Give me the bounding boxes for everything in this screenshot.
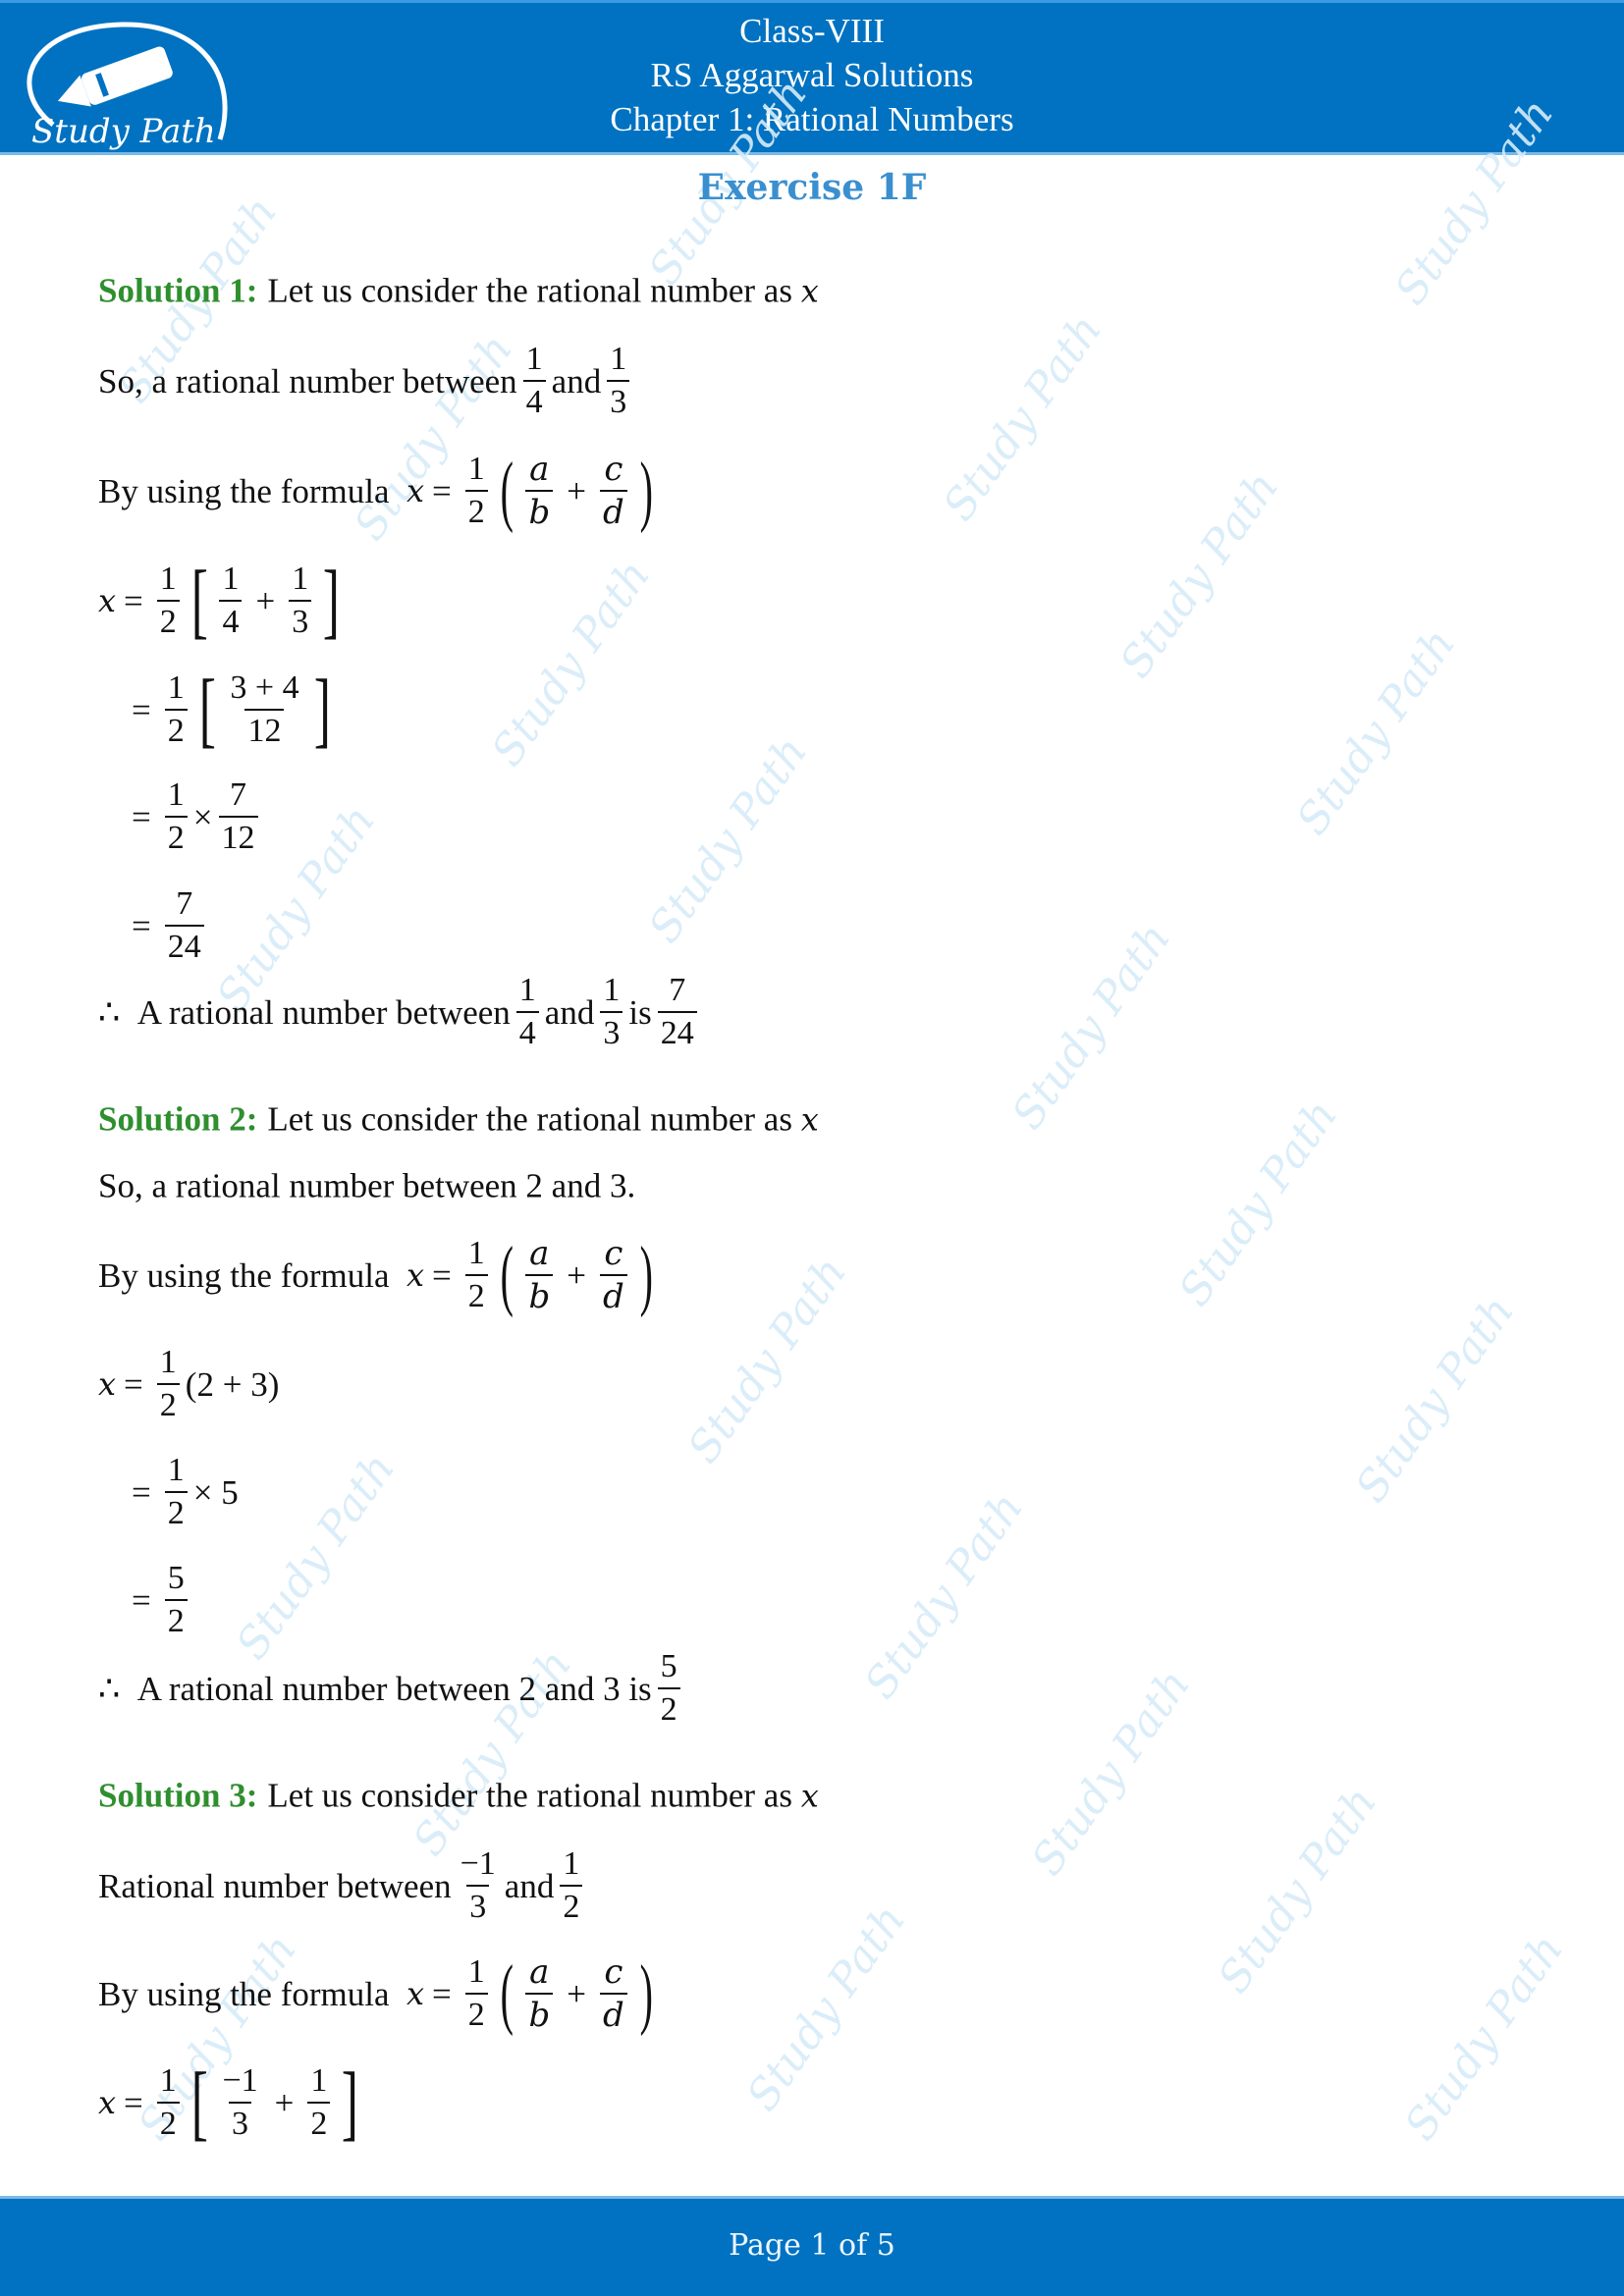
solution-label: Solution 3: (98, 1776, 258, 1815)
watermark: Study Path (736, 1896, 916, 2120)
watermark: Study Path (1208, 1778, 1387, 2002)
fraction: ab (525, 453, 554, 529)
watermark: Study Path (677, 1248, 857, 1472)
solution-1-heading: Solution 1: Let us consider the rational… (98, 271, 819, 310)
watermark: Study Path (1168, 1091, 1348, 1315)
solution-label: Solution 1: (98, 271, 258, 310)
watermark: Study Path (1001, 914, 1181, 1139)
solution-3-formula: By using the formula x = 12 ( ab + cd ) (98, 1950, 653, 2037)
watermark: Study Path (1110, 462, 1289, 687)
solution-2-step-2: = 12 × 5 (132, 1452, 239, 1531)
solution-label: Solution 2: (98, 1099, 258, 1139)
therefore-icon: ∴ (98, 992, 121, 1032)
solution-2-between: So, a rational number between 2 and 3. (98, 1166, 636, 1205)
solution-1-formula: By using the formula x = 12 ( ab + cd ) (98, 448, 653, 534)
watermark: Study Path (1394, 1925, 1574, 2150)
watermark: Study Path (1021, 1660, 1201, 1885)
fraction: 12 (464, 453, 488, 529)
exercise-title: Exercise 1F (697, 167, 927, 208)
solution-1-step-3: = 12 × 7 12 (98, 778, 264, 855)
page-header: Study Path Class-VIII RS Aggarwal Soluti… (0, 0, 1624, 155)
watermark: Study Path (226, 1444, 406, 1669)
solution-1-step-2: = 12 [ 3 + 4 12 ] (132, 662, 331, 757)
solution-1-step-1: x = 12 [ 14 + 13 ] (98, 553, 341, 648)
watermark: Study Path (854, 1483, 1034, 1708)
page-number: Page 1 of 5 (729, 2228, 895, 2263)
fraction: 13 (607, 343, 630, 419)
solution-2-step-3: = 52 (98, 1562, 193, 1638)
watermark: Study Path (1286, 619, 1466, 844)
solution-3-heading: Solution 3: Let us consider the rational… (98, 1776, 819, 1815)
class-title: Class-VIII (739, 12, 885, 50)
therefore-icon: ∴ (98, 1669, 121, 1708)
watermark: Study Path (933, 305, 1112, 530)
watermark: Study Path (481, 551, 661, 775)
watermark: Study Path (1345, 1287, 1525, 1512)
solution-1-conclusion: ∴ A rational number between 14 and 13 is… (98, 974, 703, 1050)
fraction: cd (599, 453, 627, 529)
solution-intro: Let us consider the rational number as (267, 271, 792, 310)
solution-2-step-1: x = 12 (2 + 3) (98, 1344, 280, 1423)
solution-3-between: Rational number between −1 3 and 12 (98, 1847, 588, 1924)
watermark: Study Path (638, 727, 818, 952)
solution-1-step-4: = 7 24 (98, 887, 210, 964)
solution-2-heading: Solution 2: Let us consider the rational… (98, 1099, 819, 1139)
solution-3-step-1: x = 12 [ −1 3 + 12 ] (98, 2055, 359, 2150)
chapter-title: Chapter 1: Rational Numbers (610, 100, 1014, 138)
page-footer: Page 1 of 5 (0, 2196, 1624, 2296)
solution-1-between: So, a rational number between 14 and 13 (98, 343, 635, 419)
solution-2-formula: By using the formula x = 12 ( ab + cd ) (98, 1232, 653, 1318)
solution-2-conclusion: ∴ A rational number between 2 and 3 is 5… (98, 1650, 686, 1727)
book-title: RS Aggarwal Solutions (650, 56, 974, 94)
fraction: 14 (522, 343, 546, 419)
